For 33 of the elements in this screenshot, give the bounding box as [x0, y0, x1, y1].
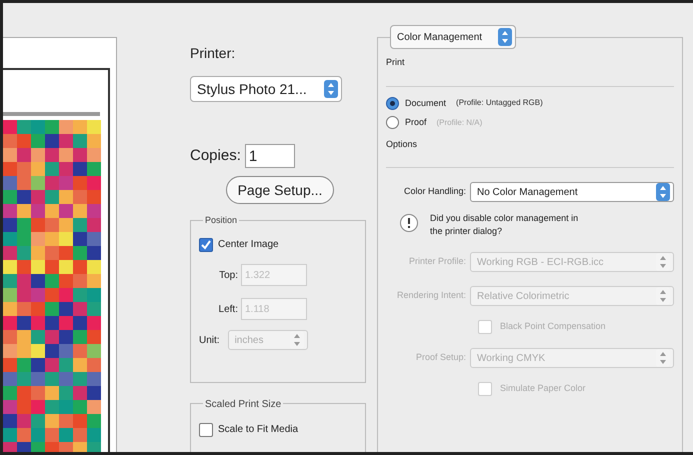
radio-button[interactable]	[386, 96, 399, 110]
section-label: Print	[386, 56, 406, 69]
stepper-icon	[324, 80, 338, 98]
radio-label: Proof	[405, 116, 427, 129]
field-label: Printer Profile:	[408, 255, 466, 268]
stepper-icon	[656, 183, 670, 201]
section-label: Options	[386, 138, 418, 151]
warning-text: Did you disable color management in the printer dialog?	[430, 212, 580, 238]
radio-label: Document	[405, 96, 446, 110]
field-label: Color Handling:	[402, 185, 466, 198]
panel-menu-select[interactable]: Color Management	[390, 25, 516, 49]
checkbox-label: Center Image	[218, 238, 279, 252]
printer-select[interactable]: Stylus Photo 21...	[190, 76, 342, 102]
copies-label: Copies:	[190, 146, 241, 166]
radio-button[interactable]	[386, 116, 399, 130]
field-label: Top:	[218, 268, 239, 282]
checkbox[interactable]	[199, 238, 213, 252]
unit-label: Unit:	[199, 334, 220, 348]
field-label: Rendering Intent:	[396, 289, 466, 302]
stepper-icon	[498, 28, 512, 46]
profile-text: (Profile: N/A)	[436, 116, 482, 129]
checkbox[interactable]	[199, 422, 213, 436]
warning-icon	[400, 214, 418, 232]
checkbox-label: Scale to Fit Media	[218, 423, 298, 437]
page-setup-button[interactable]: Page Setup...	[226, 176, 334, 204]
checkbox-label: Simulate Paper Color	[500, 382, 586, 396]
profile-text: (Profile: Untagged RGB)	[456, 97, 543, 110]
printer-label: Printer:	[190, 44, 236, 63]
color-handling-select[interactable]: No Color Management	[470, 182, 674, 202]
field-label: Proof Setup:	[414, 351, 466, 364]
field-label: Left:	[218, 302, 239, 316]
copies-field[interactable]: 1	[244, 144, 295, 168]
checkbox-label: Black Point Compensation	[500, 320, 606, 334]
